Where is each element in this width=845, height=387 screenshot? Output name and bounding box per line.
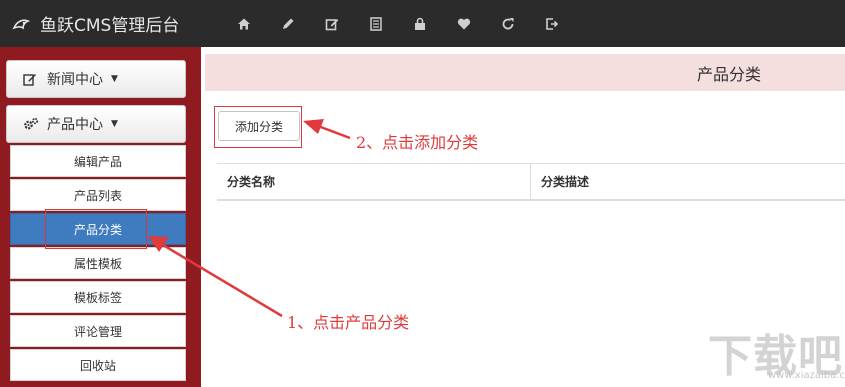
sidebar-menu-products-label: 产品中心: [47, 117, 103, 133]
edit-icon: [23, 71, 39, 87]
sidebar-menu-products[interactable]: 产品中心 ▼: [6, 105, 186, 143]
annotation-step2: 2、点击添加分类: [356, 133, 479, 152]
sidebar-item-comment-management[interactable]: 评论管理: [10, 315, 186, 347]
sidebar-item-edit-product[interactable]: 编辑产品: [10, 145, 186, 177]
list-icon[interactable]: [354, 0, 398, 47]
sidebar-menu-news[interactable]: 新闻中心 ▼: [6, 60, 186, 98]
refresh-icon[interactable]: [486, 0, 530, 47]
sidebar-item-label: 回收站: [79, 358, 116, 373]
top-navbar: 鱼跃CMS管理后台: [0, 0, 845, 47]
top-nav-icons: [222, 0, 574, 47]
pencil-icon[interactable]: [266, 0, 310, 47]
sidebar-item-product-list[interactable]: 产品列表: [10, 179, 186, 211]
lock-icon[interactable]: [398, 0, 442, 47]
app-title: 鱼跃CMS管理后台: [40, 16, 180, 36]
heart-icon[interactable]: [442, 0, 486, 47]
sidebar-item-template-tags[interactable]: 模板标签: [10, 281, 186, 313]
highlight-box-product-category: [45, 209, 147, 249]
page-title: 产品分类: [696, 64, 761, 84]
sidebar-item-label: 编辑产品: [73, 154, 122, 169]
sidebar-item-label: 产品列表: [73, 188, 122, 203]
column-header-category-name[interactable]: 分类名称: [217, 164, 531, 199]
watermark-url: www.xiazaiba.com: [768, 370, 845, 381]
edit-square-icon[interactable]: [310, 0, 354, 47]
highlight-box-add-button: [214, 106, 302, 148]
sidebar-item-label: 模板标签: [73, 290, 122, 305]
sidebar-item-label: 属性模板: [73, 256, 122, 271]
sidebar-item-attribute-template[interactable]: 属性模板: [10, 247, 186, 279]
category-table-header: 分类名称 分类描述: [217, 163, 845, 201]
fish-logo-icon: [10, 13, 32, 35]
home-icon[interactable]: [222, 0, 266, 47]
sidebar-menu-news-label: 新闻中心: [47, 72, 103, 88]
caret-down-icon: ▼: [111, 119, 118, 129]
gears-icon: [23, 116, 39, 132]
sidebar-item-label: 评论管理: [73, 324, 122, 339]
watermark: 下载吧 www.xiazaiba.com: [700, 320, 845, 382]
sidebar-item-recycle-bin[interactable]: 回收站: [10, 349, 186, 381]
column-header-category-description[interactable]: 分类描述: [531, 164, 845, 199]
caret-down-icon: ▼: [111, 74, 118, 84]
annotation-step1: 1、点击产品分类: [287, 313, 410, 332]
brand[interactable]: 鱼跃CMS管理后台: [10, 0, 179, 47]
page-header: 产品分类: [205, 54, 845, 91]
logout-icon[interactable]: [530, 0, 574, 47]
